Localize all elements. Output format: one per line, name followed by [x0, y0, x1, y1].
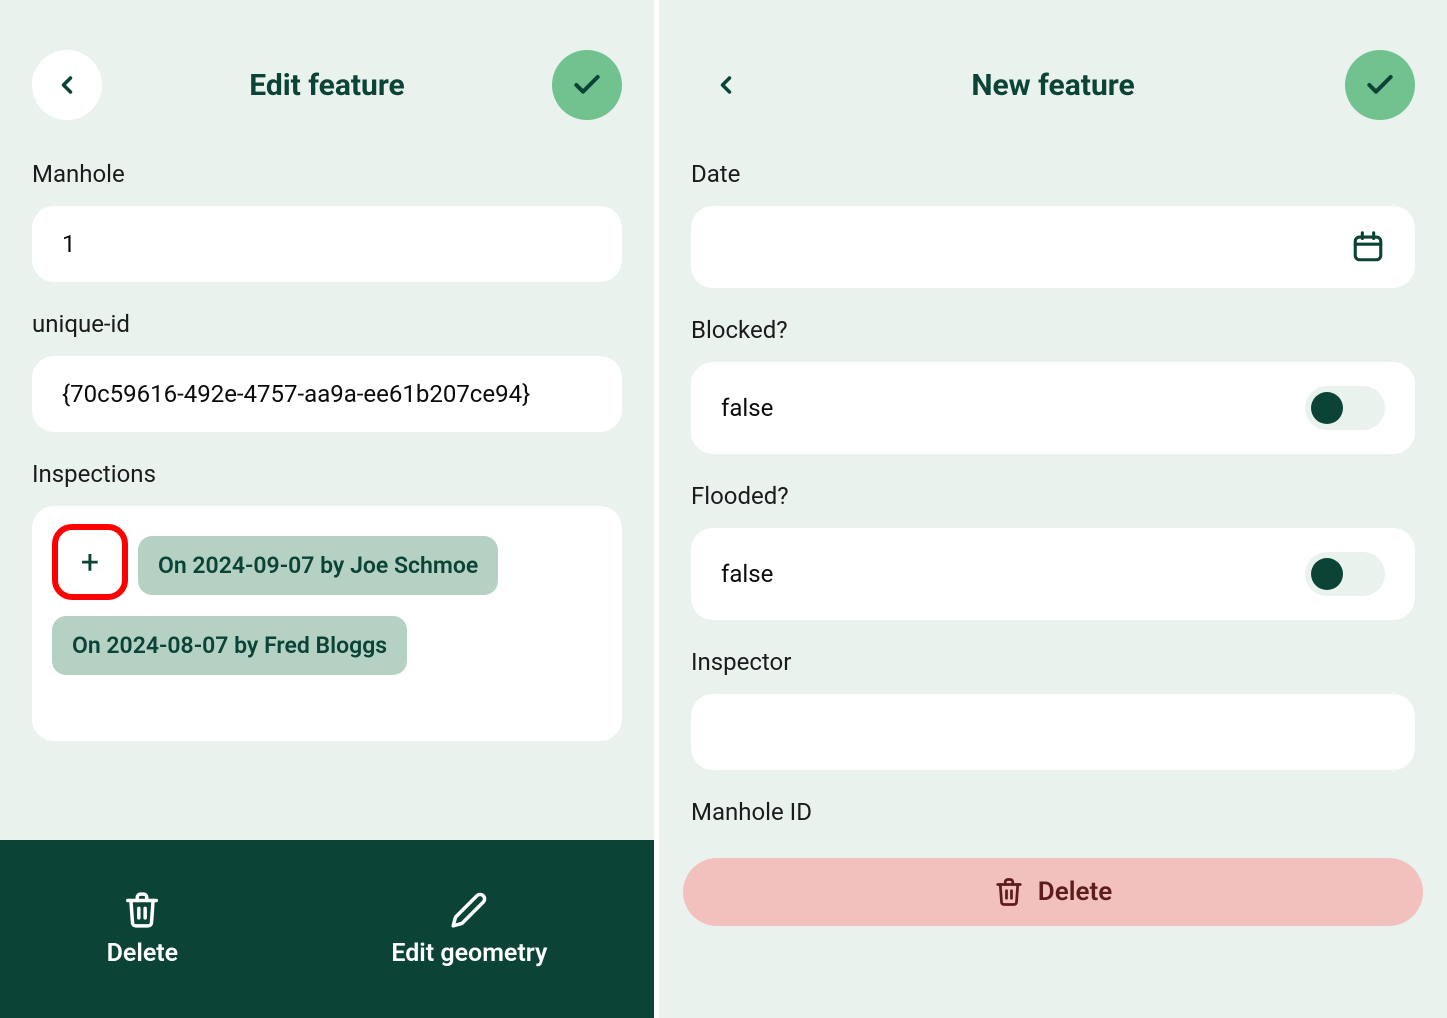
edit-feature-screen: Edit feature Manhole 1 unique-id {70c596…	[0, 0, 654, 1018]
inspector-label: Inspector	[691, 648, 1415, 676]
confirm-button[interactable]	[552, 50, 622, 120]
back-button[interactable]	[691, 50, 761, 120]
new-feature-screen: New feature Date Blocked? false Flooded?	[659, 0, 1447, 1018]
manhole-input[interactable]: 1	[32, 206, 622, 282]
inspector-field-group: Inspector	[691, 648, 1415, 770]
blocked-label: Blocked?	[691, 316, 1415, 344]
flooded-label: Flooded?	[691, 482, 1415, 510]
inspector-input[interactable]	[691, 694, 1415, 770]
add-inspection-button[interactable]: +	[62, 534, 118, 590]
manhole-value: 1	[62, 230, 76, 258]
date-label: Date	[691, 160, 1415, 188]
bottom-toolbar: Delete	[659, 840, 1447, 1018]
chevron-left-icon	[53, 71, 81, 99]
check-icon	[571, 69, 603, 101]
uniqueid-value: {70c59616-492e-4757-aa9a-ee61b207ce94}	[62, 380, 530, 408]
blocked-toggle[interactable]	[1305, 386, 1385, 430]
delete-action[interactable]: Delete	[107, 891, 179, 968]
back-button[interactable]	[32, 50, 102, 120]
add-inspection-highlight: +	[52, 524, 128, 600]
delete-label: Delete	[1038, 877, 1112, 907]
flooded-input: false	[691, 528, 1415, 620]
manholeid-label: Manhole ID	[691, 798, 1415, 826]
plus-icon: +	[81, 543, 99, 581]
check-icon	[1364, 69, 1396, 101]
inspections-label: Inspections	[32, 460, 622, 488]
form-content: Date Blocked? false Flooded? false	[659, 150, 1447, 840]
toggle-knob	[1311, 558, 1343, 590]
bottom-toolbar: Delete Edit geometry	[0, 840, 654, 1018]
flooded-toggle[interactable]	[1305, 552, 1385, 596]
date-field-group: Date	[691, 160, 1415, 288]
flooded-field-group: Flooded? false	[691, 482, 1415, 620]
calendar-icon	[1351, 230, 1385, 264]
form-content: Manhole 1 unique-id {70c59616-492e-4757-…	[0, 150, 654, 840]
header: Edit feature	[0, 0, 654, 150]
page-title: Edit feature	[102, 68, 552, 103]
confirm-button[interactable]	[1345, 50, 1415, 120]
manholeid-field-group: Manhole ID	[691, 798, 1415, 826]
date-input[interactable]	[691, 206, 1415, 288]
inspection-chip[interactable]: On 2024-09-07 by Joe Schmoe	[138, 536, 498, 595]
inspection-chip[interactable]: On 2024-08-07 by Fred Bloggs	[52, 616, 407, 675]
edit-geometry-action[interactable]: Edit geometry	[391, 891, 547, 968]
inspections-box: + On 2024-09-07 by Joe Schmoe On 2024-08…	[32, 506, 622, 741]
delete-button[interactable]: Delete	[683, 858, 1423, 926]
edit-geometry-label: Edit geometry	[391, 939, 547, 968]
blocked-value: false	[721, 394, 773, 422]
manhole-field-group: Manhole 1	[32, 160, 622, 282]
uniqueid-field-group: unique-id {70c59616-492e-4757-aa9a-ee61b…	[32, 310, 622, 432]
pencil-icon	[450, 891, 488, 929]
chevron-left-icon	[712, 71, 740, 99]
header: New feature	[659, 0, 1447, 150]
trash-icon	[123, 891, 161, 929]
manhole-label: Manhole	[32, 160, 622, 188]
blocked-input: false	[691, 362, 1415, 454]
uniqueid-input[interactable]: {70c59616-492e-4757-aa9a-ee61b207ce94}	[32, 356, 622, 432]
page-title: New feature	[761, 68, 1345, 103]
trash-icon	[994, 877, 1024, 907]
delete-label: Delete	[107, 939, 179, 968]
flooded-value: false	[721, 560, 773, 588]
uniqueid-label: unique-id	[32, 310, 622, 338]
blocked-field-group: Blocked? false	[691, 316, 1415, 454]
toggle-knob	[1311, 392, 1343, 424]
inspections-field-group: Inspections + On 2024-09-07 by Joe Schmo…	[32, 460, 622, 741]
